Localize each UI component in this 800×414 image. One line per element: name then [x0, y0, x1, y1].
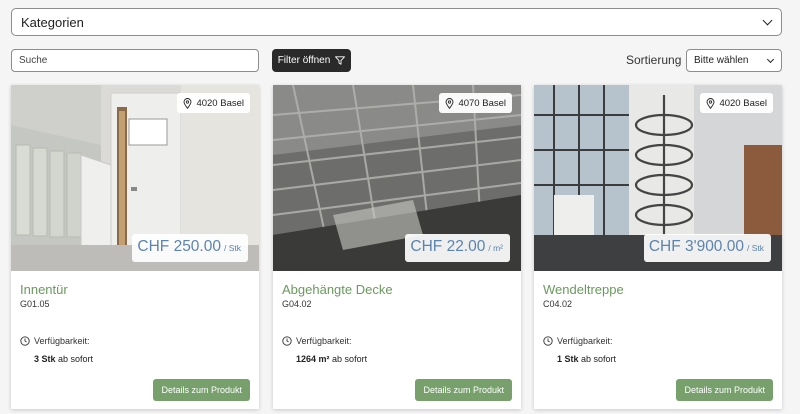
product-code: G01.05	[20, 299, 50, 309]
product-code: C04.02	[543, 299, 573, 309]
clock-icon	[282, 336, 292, 346]
price-amount: CHF 22.00	[410, 238, 486, 255]
clock-icon	[543, 336, 553, 346]
location-pin-icon	[446, 97, 454, 109]
filter-icon	[335, 56, 346, 65]
availability-text: ab sofort	[581, 354, 617, 364]
price-unit: / m²	[488, 243, 503, 253]
price-badge: CHF 22.00 / m²	[405, 234, 510, 262]
price-badge: CHF 3'900.00 / Stk	[643, 234, 771, 262]
filter-button-label: Filter öffnen	[277, 55, 331, 66]
availability-text: ab sofort	[58, 354, 94, 364]
price-badge: CHF 250.00 / Stk	[132, 234, 248, 262]
category-dropdown-label: Kategorien	[21, 14, 84, 30]
filter-open-button[interactable]: Filter öffnen	[272, 49, 351, 72]
sort-dropdown-value: Bitte wählen	[694, 55, 749, 66]
price-unit: / Stk	[746, 243, 764, 253]
availability-quantity: 1264 m² ab sofort	[296, 354, 367, 364]
location-pin-icon	[707, 97, 715, 109]
product-title[interactable]: Abgehängte Decke	[282, 282, 393, 297]
location-badge: 4020 Basel	[700, 93, 773, 113]
availability-quantity: 1 Stk ab sofort	[557, 354, 616, 364]
product-card[interactable]: 4020 Basel CHF 250.00 / Stk Innentür G01…	[11, 85, 259, 409]
price-unit: / Stk	[223, 243, 241, 253]
chevron-down-icon	[766, 55, 775, 63]
details-button[interactable]: Details zum Produkt	[676, 379, 773, 401]
product-image: 4070 Basel CHF 22.00 / m²	[273, 85, 521, 271]
category-dropdown[interactable]: Kategorien	[11, 8, 782, 36]
chevron-down-icon	[762, 15, 773, 25]
location-badge: 4020 Basel	[177, 93, 250, 113]
product-title[interactable]: Wendeltreppe	[543, 282, 624, 297]
availability-label: Verfügbarkeit:	[296, 336, 352, 346]
product-title[interactable]: Innentür	[20, 282, 68, 297]
availability-row: Verfügbarkeit:	[543, 336, 613, 346]
location-badge: 4070 Basel	[439, 93, 512, 113]
quantity-value: 1264 m²	[296, 354, 330, 364]
clock-icon	[20, 336, 30, 346]
product-image: 4020 Basel CHF 250.00 / Stk	[11, 85, 259, 271]
location-text: 4020 Basel	[719, 97, 767, 109]
details-button[interactable]: Details zum Produkt	[153, 379, 250, 401]
product-code: G04.02	[282, 299, 312, 309]
sort-dropdown[interactable]: Bitte wählen	[686, 49, 782, 72]
product-card[interactable]: 4070 Basel CHF 22.00 / m² Abgehängte Dec…	[273, 85, 521, 409]
price-amount: CHF 250.00	[137, 238, 221, 255]
search-input[interactable]	[11, 49, 259, 72]
location-pin-icon	[184, 97, 192, 109]
availability-row: Verfügbarkeit:	[20, 336, 90, 346]
product-card[interactable]: 4020 Basel CHF 3'900.00 / Stk Wendeltrep…	[534, 85, 782, 409]
availability-text: ab sofort	[332, 354, 368, 364]
page: Kategorien Filter öffnen Sortierung Bitt…	[0, 0, 800, 414]
quantity-value: 3 Stk	[34, 354, 56, 364]
location-text: 4070 Basel	[458, 97, 506, 109]
availability-row: Verfügbarkeit:	[282, 336, 352, 346]
product-image: 4020 Basel CHF 3'900.00 / Stk	[534, 85, 782, 271]
details-button[interactable]: Details zum Produkt	[415, 379, 512, 401]
availability-label: Verfügbarkeit:	[34, 336, 90, 346]
sort-label: Sortierung	[626, 53, 682, 67]
availability-quantity: 3 Stk ab sofort	[34, 354, 93, 364]
availability-label: Verfügbarkeit:	[557, 336, 613, 346]
quantity-value: 1 Stk	[557, 354, 579, 364]
price-amount: CHF 3'900.00	[648, 238, 744, 255]
location-text: 4020 Basel	[196, 97, 244, 109]
